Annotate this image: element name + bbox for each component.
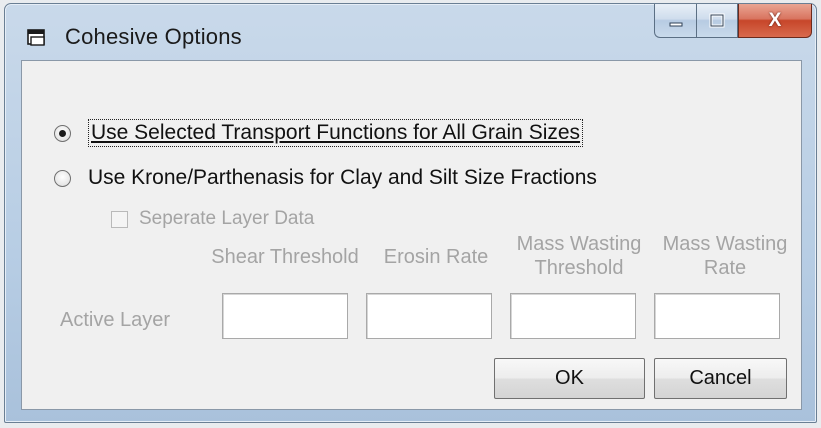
cohesive-options-dialog: Cohesive Options X Use Selected Transpor [4, 3, 817, 423]
dialog-body: Use Selected Transport Functions for All… [21, 60, 802, 410]
maximize-button[interactable] [696, 4, 738, 38]
maximize-icon [709, 13, 725, 27]
separate-layer-label: Seperate Layer Data [139, 208, 315, 229]
radio-option-transport-functions[interactable]: Use Selected Transport Functions for All… [54, 119, 584, 147]
caption-buttons: X [654, 4, 812, 38]
separate-layer-checkbox-row[interactable]: Seperate Layer Data [111, 208, 314, 230]
column-header-erosion-rate: Erosin Rate [383, 246, 489, 268]
active-layer-label: Active Layer [60, 309, 171, 331]
minimize-button[interactable] [654, 4, 696, 38]
column-header-mass-wasting-rate: Mass Wasting Rate [662, 233, 788, 279]
separate-layer-checkbox[interactable] [111, 210, 128, 228]
minimize-icon [669, 22, 682, 26]
ok-button[interactable]: OK [494, 358, 645, 399]
radio-button-checked[interactable] [54, 124, 71, 142]
close-button[interactable]: X [738, 4, 812, 38]
column-header-shear-threshold: Shear Threshold [211, 246, 359, 268]
dialog-app-icon [27, 29, 45, 46]
radio-option-krone-parthenasis-label: Use Krone/Parthenasis for Clay and Silt … [88, 166, 597, 189]
mass-wasting-rate-input[interactable] [654, 293, 780, 339]
title-bar[interactable]: Cohesive Options X [5, 4, 816, 64]
column-header-mass-wasting-threshold: Mass Wasting Threshold [516, 233, 642, 279]
window-title: Cohesive Options [65, 24, 242, 49]
radio-option-transport-functions-label: Use Selected Transport Functions for All… [88, 119, 584, 147]
erosion-rate-input[interactable] [366, 293, 492, 339]
mass-wasting-threshold-input[interactable] [510, 293, 636, 339]
close-icon: X [768, 9, 782, 31]
radio-option-krone-parthenasis[interactable]: Use Krone/Parthenasis for Clay and Silt … [54, 166, 597, 190]
cancel-button[interactable]: Cancel [654, 358, 787, 399]
radio-button-unchecked[interactable] [54, 169, 71, 187]
shear-threshold-input[interactable] [222, 293, 348, 339]
